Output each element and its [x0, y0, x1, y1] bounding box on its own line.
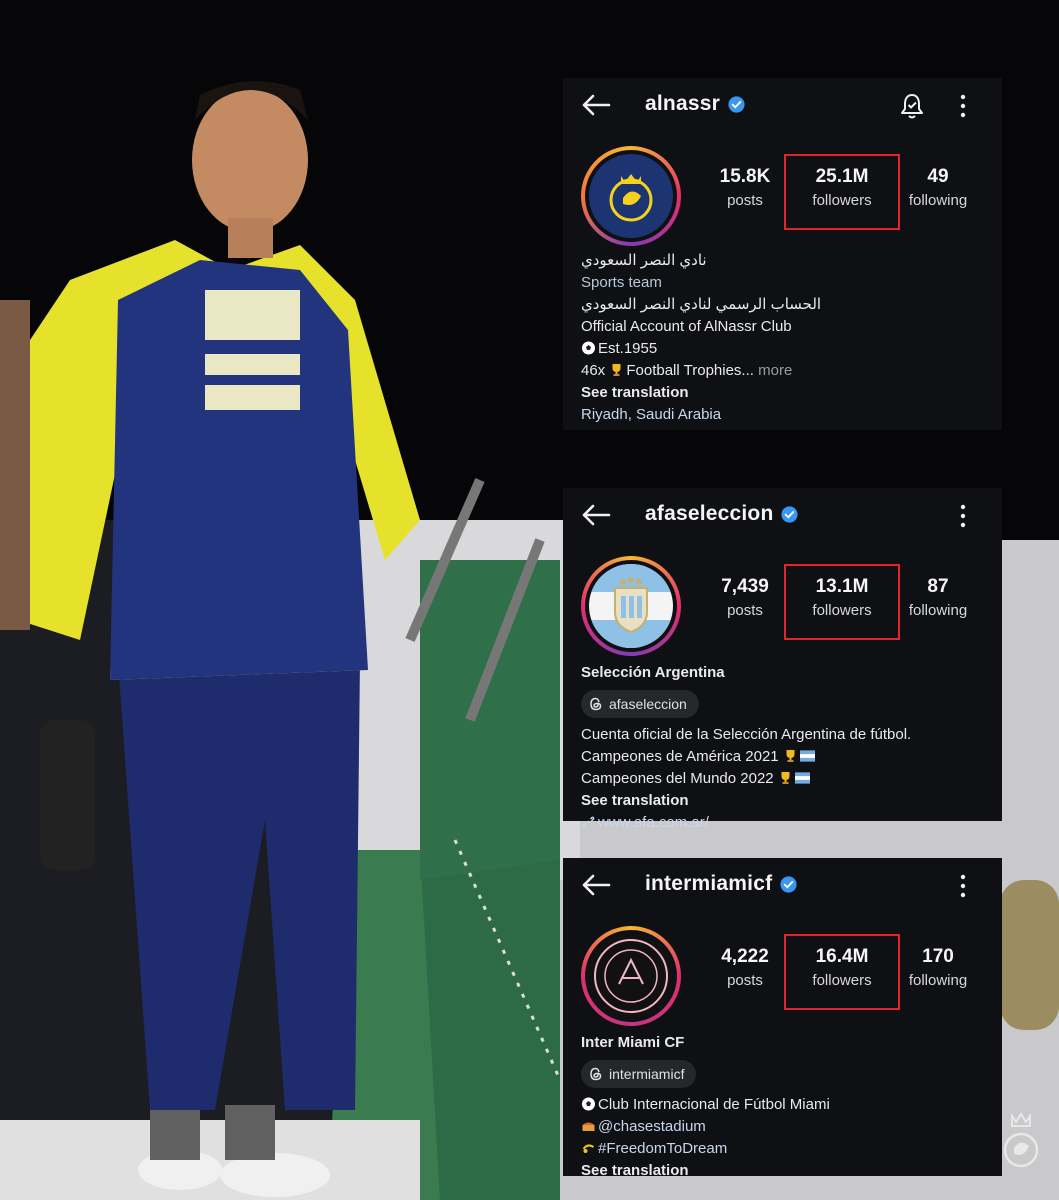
trophy-icon [786, 750, 795, 762]
posts-stat[interactable]: 15.8K posts [697, 166, 793, 209]
profile-header: afaseleccion [563, 488, 1002, 548]
threads-handle: afaseleccion [609, 696, 687, 712]
profile-bio: Selección Argentina afaseleccion Cuenta … [563, 656, 1002, 834]
verified-badge-icon [728, 95, 745, 113]
handle-text: afaseleccion [645, 502, 774, 525]
following-label: following [908, 192, 968, 209]
profile-card-intermiamicf: intermiamicf 4,222 posts 16.4M followers… [563, 858, 1002, 1179]
location-link[interactable]: Riyadh, Saudi Arabia [581, 404, 984, 426]
avatar[interactable] [581, 556, 681, 656]
profile-bio: Inter Miami CF intermiamicf Club Interna… [563, 1026, 1002, 1182]
posts-label: posts [727, 192, 763, 209]
profile-stats: 7,439 posts 13.1M followers 87 following [563, 548, 1002, 656]
followers-highlight-box [784, 934, 900, 1010]
notification-bell-icon[interactable] [899, 92, 925, 120]
bio-line: Official Account of AlNassr Club [581, 318, 792, 335]
hashtag-link[interactable]: #FreedomToDream [581, 1138, 984, 1160]
alnassr-logo [589, 154, 673, 238]
bio-line: Campeones del Mundo 2022 [581, 768, 984, 790]
posts-stat[interactable]: 7,439 posts [697, 576, 793, 619]
stadium-mention[interactable]: @chasestadium [581, 1116, 984, 1138]
stadium-icon [582, 1122, 595, 1131]
more-options-icon[interactable] [959, 874, 967, 898]
profile-category: Sports team [581, 274, 662, 291]
profile-handle: afaseleccion [645, 502, 799, 526]
profile-card-afaseleccion: afaseleccion 7,439 posts 13.1M followers… [563, 488, 1002, 831]
following-stat[interactable]: 170 following [890, 946, 986, 989]
following-label: following [908, 972, 968, 989]
posts-count: 4,222 [721, 946, 769, 967]
bio-line-arabic: الحساب الرسمي لنادي النصر السعودي [581, 296, 822, 313]
avatar[interactable] [581, 926, 681, 1026]
more-link[interactable]: more [758, 362, 792, 379]
threads-badge[interactable]: afaseleccion [581, 690, 699, 718]
profile-name: Inter Miami CF [581, 1034, 685, 1051]
see-translation-link[interactable]: See translation [581, 1160, 984, 1182]
threads-icon [590, 1067, 602, 1081]
profile-handle: intermiamicf [645, 872, 797, 896]
bio-line: 46x Football Trophies... more [581, 362, 793, 379]
see-translation-link[interactable]: See translation [581, 382, 984, 404]
followers-highlight-box [784, 154, 900, 230]
handle-text: intermiamicf [645, 872, 773, 895]
profile-header: alnassr [563, 78, 1002, 138]
back-arrow-icon[interactable] [581, 94, 611, 116]
inter-miami-crest-logo [589, 934, 673, 1018]
more-options-icon[interactable] [959, 504, 967, 528]
trophy-icon [612, 364, 621, 376]
back-arrow-icon[interactable] [581, 874, 611, 896]
following-count: 87 [927, 576, 949, 597]
website-link[interactable]: www.afa.com.ar/ [581, 812, 984, 834]
bio-line: Club Internacional de Fútbol Miami [581, 1094, 984, 1116]
profile-handle: alnassr [645, 92, 745, 116]
verified-badge-icon [780, 875, 797, 893]
posts-count: 15.8K [719, 166, 771, 187]
posts-count: 7,439 [721, 576, 769, 597]
soccer-ball-icon [582, 1097, 595, 1111]
bio-line: Cuenta oficial de la Selección Argentina… [581, 726, 912, 743]
profile-card-alnassr: alnassr 15.8K posts 25.1M followers 49 f… [563, 78, 1002, 430]
profile-name: Selección Argentina [581, 664, 725, 681]
bio-line: Campeones de América 2021 [581, 746, 984, 768]
afa-crest-logo [589, 564, 673, 648]
posts-stat[interactable]: 4,222 posts [697, 946, 793, 989]
handle-text: alnassr [645, 92, 720, 115]
profile-bio: نادي النصر السعودي Sports team الحساب ال… [563, 246, 1002, 426]
alnassr-watermark-logo [1003, 1112, 1039, 1168]
threads-icon [590, 697, 602, 711]
see-translation-link[interactable]: See translation [581, 790, 984, 812]
argentina-flag-icon [794, 772, 810, 784]
avatar[interactable] [581, 146, 681, 246]
threads-handle: intermiamicf [609, 1066, 685, 1082]
following-count: 170 [922, 946, 954, 967]
bio-line: Est.1955 [581, 338, 984, 360]
trophy-icon [781, 772, 790, 784]
following-stat[interactable]: 87 following [890, 576, 986, 619]
threads-badge[interactable]: intermiamicf [581, 1060, 697, 1088]
verified-badge-icon [781, 505, 799, 523]
followers-highlight-box [784, 564, 900, 640]
following-count: 49 [927, 166, 949, 187]
profile-stats: 15.8K posts 25.1M followers 49 following [563, 138, 1002, 246]
back-arrow-icon[interactable] [581, 504, 611, 526]
profile-stats: 4,222 posts 16.4M followers 170 followin… [563, 918, 1002, 1026]
link-icon [582, 816, 595, 828]
posts-label: posts [727, 972, 763, 989]
more-options-icon[interactable] [959, 94, 967, 118]
profile-name-arabic: نادي النصر السعودي [581, 252, 707, 269]
dizzy-star-icon [582, 1144, 595, 1153]
following-stat[interactable]: 49 following [890, 166, 986, 209]
following-label: following [908, 602, 968, 619]
argentina-flag-icon [799, 750, 815, 762]
soccer-ball-icon [582, 341, 595, 355]
posts-label: posts [727, 602, 763, 619]
profile-header: intermiamicf [563, 858, 1002, 918]
